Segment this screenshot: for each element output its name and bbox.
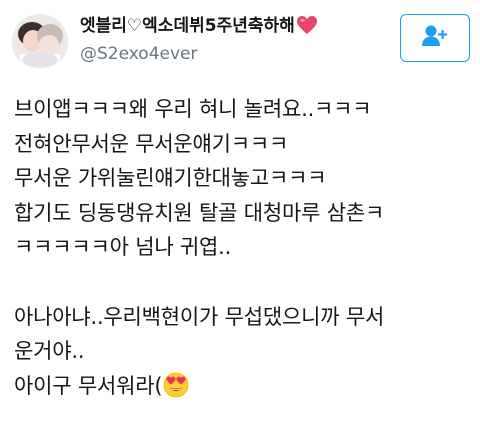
follow-button[interactable] bbox=[400, 14, 470, 62]
tweet-line: ㅋㅋㅋㅋㅋ아 넘나 귀엽.. bbox=[14, 235, 232, 260]
user-handle[interactable]: @S2exo4ever bbox=[80, 42, 390, 66]
tweet-line-last: 아이구 무서워라( bbox=[14, 369, 470, 404]
display-name-text: 엣블리♡엑소데뷔5주년축하해 bbox=[80, 16, 295, 36]
tweet-card: 엣블리♡엑소데뷔5주년축하해 @S2exo4ever 브이앱ㅋㅋㅋ왜 우리 혀니… bbox=[0, 0, 480, 434]
tweet-line: 운거야.. bbox=[14, 339, 85, 364]
avatar[interactable] bbox=[12, 14, 68, 70]
tweet-line: 전혀안무서운 무서운얘기ㅋㅋㅋ bbox=[14, 131, 289, 156]
tweet-line: 무서운 가위눌린얘기한대놓고ㅋㅋㅋ bbox=[14, 166, 327, 191]
add-user-icon bbox=[421, 24, 449, 52]
tweet-text: 브이앱ㅋㅋㅋ왜 우리 혀니 놀려요..ㅋㅋㅋ 전혀안무서운 무서운얘기ㅋㅋㅋ 무… bbox=[14, 92, 470, 403]
red-heart-icon bbox=[296, 15, 318, 35]
tweet-line: 아나아냐..우리백현이가 무섭댔으니까 무서 bbox=[14, 304, 385, 329]
tweet-header: 엣블리♡엑소데뷔5주년축하해 @S2exo4ever bbox=[10, 8, 470, 78]
tweet-line-text: 아이구 무서워라( bbox=[14, 373, 163, 398]
tweet-line: 합기도 딩동댕유치원 탈골 대청마루 삼촌ㅋ bbox=[14, 200, 385, 225]
user-names: 엣블리♡엑소데뷔5주년축하해 @S2exo4ever bbox=[80, 14, 390, 66]
tweet-line: 브이앱ㅋㅋㅋ왜 우리 혀니 놀려요..ㅋㅋㅋ bbox=[14, 97, 372, 121]
profile-photo-icon bbox=[12, 14, 68, 70]
display-name[interactable]: 엣블리♡엑소데뷔5주년축하해 bbox=[80, 14, 390, 38]
heart-eyes-emoji-icon bbox=[163, 372, 189, 398]
